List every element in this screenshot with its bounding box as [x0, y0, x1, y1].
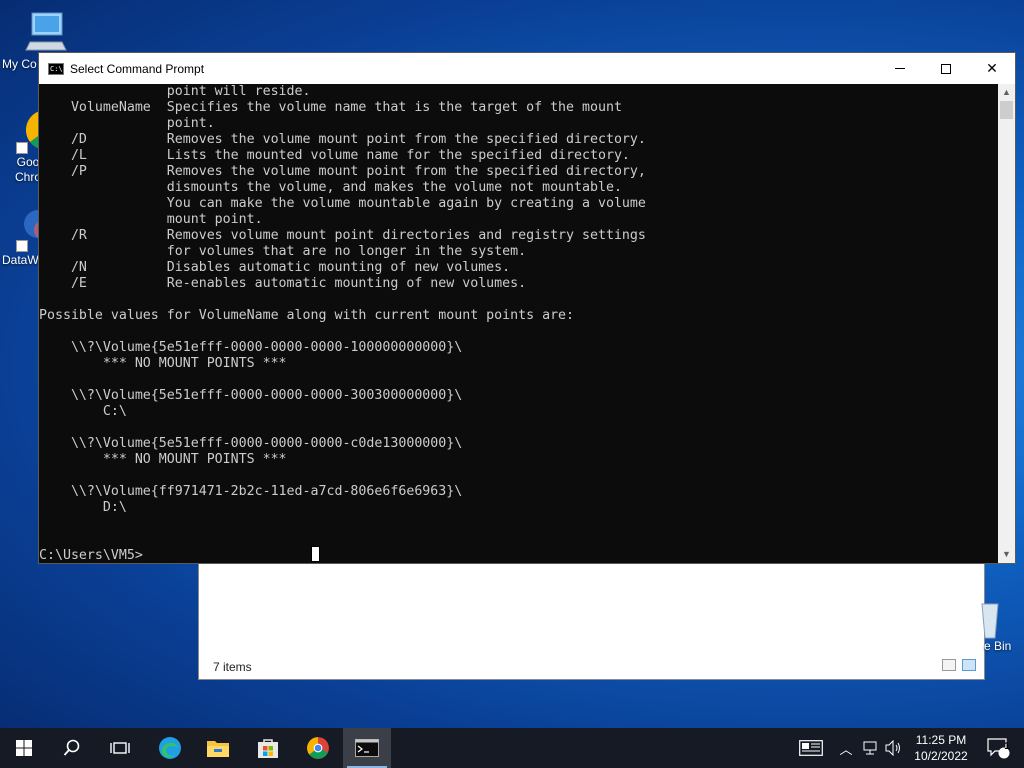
minimize-button[interactable]: [877, 53, 923, 84]
show-hidden-icons-button[interactable]: ︿: [836, 728, 856, 768]
taskbar-edge[interactable]: [146, 728, 194, 768]
console-line: /D Removes the volume mount point from t…: [39, 132, 646, 147]
command-prompt-icon: C:\: [48, 62, 64, 75]
scroll-down-icon[interactable]: ▼: [998, 546, 1015, 563]
store-icon: [258, 739, 278, 758]
command-prompt-icon: [355, 739, 379, 757]
command-prompt-window[interactable]: C:\ Select Command Prompt ✕ point will r…: [38, 52, 1016, 564]
chrome-icon: [307, 737, 329, 759]
scroll-up-icon[interactable]: ▲: [998, 84, 1015, 101]
console-line: \\?\Volume{5e51efff-0000-0000-0000-30030…: [39, 388, 463, 403]
edge-icon: [159, 737, 181, 759]
console-line: *** NO MOUNT POINTS ***: [39, 452, 287, 467]
search-icon: [63, 739, 80, 756]
console-output[interactable]: point will reside. VolumeName Specifies …: [39, 84, 999, 563]
console-line: /P Removes the volume mount point from t…: [39, 164, 646, 179]
console-line: dismounts the volume, and makes the volu…: [39, 180, 622, 195]
maximize-icon: [941, 63, 951, 74]
console-line: /R Removes volume mount point directorie…: [39, 228, 646, 243]
window-title: Select Command Prompt: [70, 61, 205, 76]
network-icon: [863, 741, 877, 755]
maximize-button[interactable]: [923, 53, 969, 84]
console-line: Possible values for VolumeName along wit…: [39, 308, 575, 323]
taskbar-file-explorer[interactable]: [194, 728, 242, 768]
console-text: point will reside. VolumeName Specifies …: [39, 84, 999, 563]
taskbar-command-prompt[interactable]: [343, 728, 391, 768]
file-explorer-icon: [207, 741, 229, 757]
shortcut-arrow-icon: [16, 142, 28, 154]
notification-count: 1: [1004, 741, 1010, 752]
desktop-icon-recycle-bin[interactable]: e Bin: [976, 600, 1024, 653]
file-explorer-window[interactable]: 7 items: [198, 560, 985, 680]
console-line: C:\Users\VM5>: [39, 548, 143, 563]
close-button[interactable]: ✕: [969, 53, 1015, 84]
title-bar[interactable]: C:\ Select Command Prompt ✕: [39, 53, 1015, 84]
console-line: You can make the volume mountable again …: [39, 196, 646, 211]
minimize-icon: [895, 68, 905, 69]
taskbar-chrome[interactable]: [294, 728, 342, 768]
task-view-button[interactable]: [96, 728, 144, 768]
notification-center-button[interactable]: 1: [978, 728, 1018, 768]
task-view-icon: [110, 742, 130, 754]
speaker-icon: [885, 740, 900, 756]
chevron-up-icon: ︿: [839, 741, 853, 757]
close-icon: ✕: [986, 60, 998, 76]
text-cursor-icon: [311, 546, 320, 562]
clock-date: 10/2/2022: [914, 749, 968, 763]
clock[interactable]: 11:25 PM 10/2/2022: [906, 732, 976, 764]
console-line: /E Re-enables automatic mounting of new …: [39, 276, 527, 291]
console-line: D:\: [39, 500, 127, 515]
console-line: point.: [39, 116, 215, 131]
taskbar-store[interactable]: [244, 728, 292, 768]
console-line: /N Disables automatic mounting of new vo…: [39, 260, 511, 275]
volume-button[interactable]: [882, 728, 904, 768]
shortcut-arrow-icon: [16, 240, 28, 252]
clock-time: 11:25 PM: [915, 733, 967, 747]
console-line: point will reside.: [39, 84, 311, 99]
vertical-scrollbar[interactable]: ▲ ▼: [998, 84, 1015, 563]
start-button[interactable]: [0, 728, 48, 768]
recycle-bin-icon: [981, 603, 999, 639]
console-line: for volumes that are no longer in the sy…: [39, 244, 527, 259]
computer-icon: [25, 12, 67, 51]
details-view-icon[interactable]: [942, 659, 956, 671]
start-icon: [16, 740, 32, 756]
console-line: *** NO MOUNT POINTS ***: [39, 356, 287, 371]
console-line: \\?\Volume{5e51efff-0000-0000-0000-10000…: [39, 340, 463, 355]
status-item-count: 7 items: [213, 660, 252, 674]
console-line: \\?\Volume{5e51efff-0000-0000-0000-c0de1…: [39, 436, 463, 451]
taskbar: ︿ 11:25 PM 10/2/2022 1: [0, 728, 1024, 768]
console-line: C:\: [39, 404, 127, 419]
console-line: VolumeName Specifies the volume name tha…: [39, 100, 622, 115]
news-widget-button[interactable]: [796, 728, 826, 768]
desktop-icon-label: e Bin: [984, 639, 1012, 653]
news-icon: [799, 740, 823, 756]
scrollbar-thumb[interactable]: [1000, 101, 1013, 119]
network-button[interactable]: [860, 728, 882, 768]
large-icons-view-icon[interactable]: [962, 659, 976, 671]
search-button[interactable]: [48, 728, 96, 768]
console-line: \\?\Volume{ff971471-2b2c-11ed-a7cd-806e6…: [39, 484, 463, 499]
console-line: mount point.: [39, 212, 263, 227]
console-line: /L Lists the mounted volume name for the…: [39, 148, 630, 163]
